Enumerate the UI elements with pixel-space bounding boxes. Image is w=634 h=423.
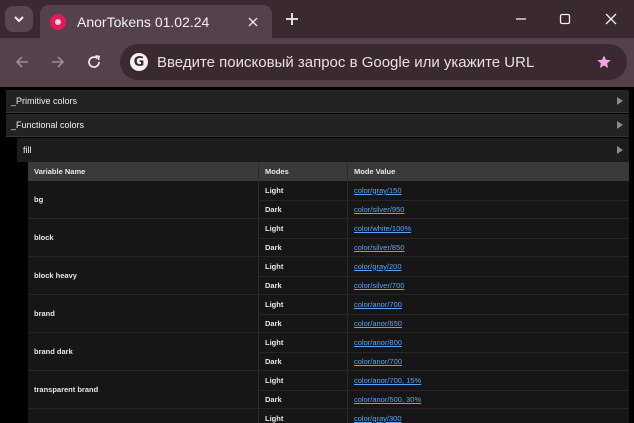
table-row: block Light color/white/100% Dark color/si… [28,219,629,257]
close-icon [248,17,258,26]
mode-label: Light [259,181,348,200]
mode-label: Light [259,333,348,352]
table-row: brand Light color/anor/700 Dark color/anor… [28,295,629,333]
maximize-button[interactable] [554,9,576,29]
subsection-label: fill [23,145,32,155]
mode-value-link[interactable]: color/gray/150 [348,181,629,200]
back-arrow-icon [15,56,28,68]
variable-name: bg [28,181,259,218]
mode-value-link[interactable]: color/anor/500, 30% [348,391,629,409]
mode-label: Light [259,371,348,390]
forward-arrow-icon [52,56,65,68]
chevron-down-icon [14,16,24,23]
forward-button[interactable] [46,50,70,74]
variables-table: Variable Name Modes Mode Value bg Light c… [28,162,629,423]
mode-value-link[interactable]: color/silver/700 [348,277,629,295]
google-icon: G [130,53,148,71]
bookmark-star-button[interactable] [589,54,619,70]
page-content: _Primitive colors _Functional colors fil… [0,87,634,423]
plus-icon [286,13,298,25]
header-modes: Modes [259,162,348,181]
window-close-button[interactable] [600,9,622,29]
table-row: Light color/gray/300 [28,409,629,423]
mode-value-link[interactable]: color/anor/700, 15% [348,371,629,390]
variable-name: block heavy [28,257,259,294]
mode-value-link[interactable]: color/anor/650 [348,315,629,333]
chevron-right-icon [617,121,623,129]
mode-label: Dark [259,276,348,294]
tab-strip: AnorTokens 01.02.24 [0,0,634,38]
minimize-button[interactable] [510,9,532,29]
mode-value-link[interactable]: color/anor/700 [348,353,629,371]
reload-icon [88,55,100,68]
mode-label: Dark [259,390,348,408]
chevron-right-icon [617,97,623,105]
minimize-icon [516,18,526,20]
star-icon [597,55,611,68]
mode-label: Dark [259,352,348,370]
favicon-icon [50,13,66,30]
mode-value-link[interactable]: color/anor/700 [348,295,629,314]
section-primitive-colors[interactable]: _Primitive colors [6,90,629,113]
mode-value-link[interactable]: color/gray/300 [348,409,629,423]
back-button[interactable] [10,50,34,74]
variable-name [28,409,259,423]
new-tab-button[interactable] [282,9,302,29]
reload-button[interactable] [82,50,106,74]
mode-label: Light [259,409,348,423]
address-bar[interactable]: G Введите поисковый запрос в Google или … [120,44,627,80]
mode-value-link[interactable]: color/anor/800 [348,333,629,352]
mode-value-link[interactable]: color/white/100% [348,219,629,238]
mode-label: Dark [259,238,348,256]
variable-name: transparent brand [28,371,259,408]
tab-close-button[interactable] [244,13,262,31]
close-icon [605,13,617,25]
mode-value-link[interactable]: color/gray/200 [348,257,629,276]
section-label: _Functional colors [11,120,85,130]
table-header: Variable Name Modes Mode Value [28,162,629,181]
variable-name: block [28,219,259,256]
chevron-right-icon [617,146,623,154]
header-variable-name: Variable Name [28,162,259,181]
table-row: transparent brand Light color/anor/700, 1… [28,371,629,409]
subsection-fill[interactable]: fill [17,138,629,162]
mode-label: Light [259,295,348,314]
mode-label: Light [259,219,348,238]
tab-title: AnorTokens 01.02.24 [77,13,210,30]
mode-value-link[interactable]: color/silver/850 [348,239,629,257]
section-label: _Primitive colors [11,96,78,106]
header-mode-value: Mode Value [354,167,396,176]
maximize-icon [559,13,571,25]
browser-toolbar: G Введите поисковый запрос в Google или … [0,38,634,87]
tab-search-button[interactable] [5,6,33,32]
active-tab[interactable]: AnorTokens 01.02.24 [40,5,272,38]
variable-name: brand [28,295,259,332]
table-row: brand dark Light color/anor/800 Dark color… [28,333,629,371]
section-functional-colors[interactable]: _Functional colors [6,114,629,137]
table-row: bg Light color/gray/150 Dark color/silver/… [28,181,629,219]
table-row: block heavy Light color/gray/200 Dark colo… [28,257,629,295]
mode-label: Dark [259,314,348,332]
variable-name: brand dark [28,333,259,370]
mode-label: Dark [259,200,348,218]
mode-value-link[interactable]: color/silver/950 [348,201,629,219]
address-placeholder: Введите поисковый запрос в Google или ук… [157,53,535,71]
mode-label: Light [259,257,348,276]
